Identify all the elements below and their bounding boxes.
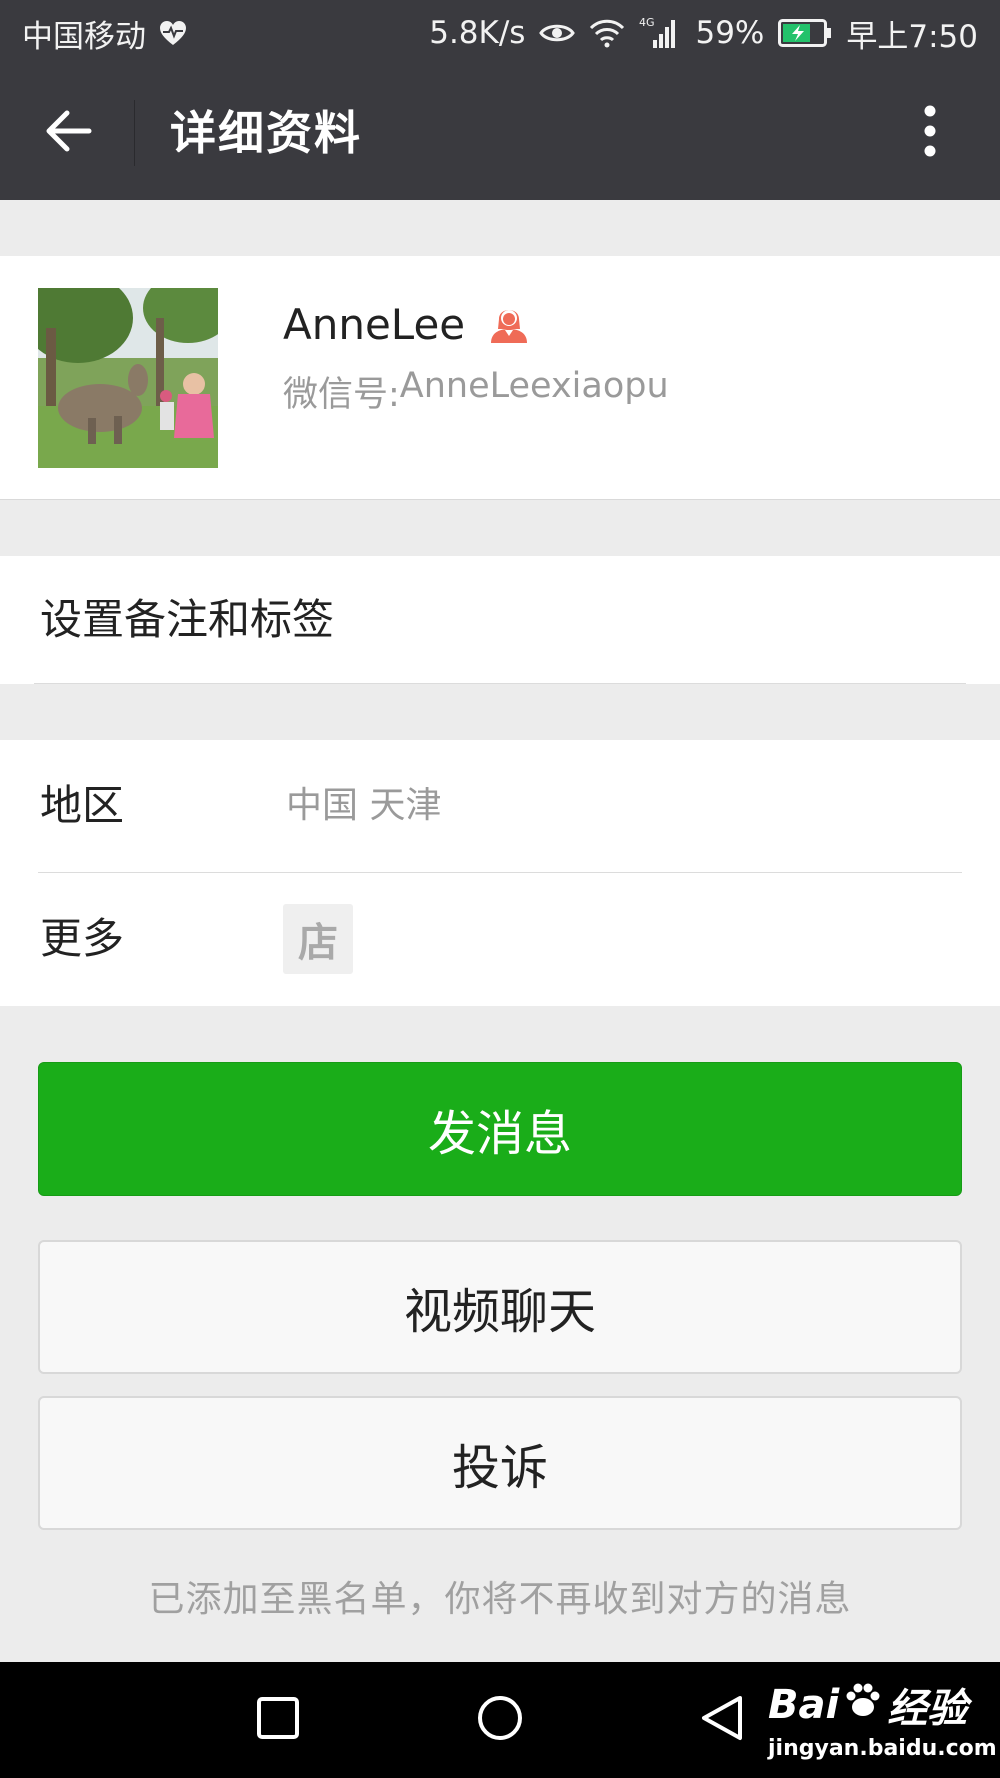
info-group: 地区 中国 天津 更多 店: [0, 740, 1000, 1006]
home-button[interactable]: [465, 1690, 535, 1750]
watermark-brand: Bai 经验: [768, 1676, 967, 1734]
profile-page: 中国移动 5.8K/s 4G 59% 早上7:50 详细资料 AnneLee 微…: [0, 0, 1000, 1778]
female-user-icon: [487, 301, 531, 349]
square-icon: [256, 1696, 300, 1744]
video-chat-button[interactable]: 视频聊天: [38, 1240, 962, 1374]
region-label: 地区: [40, 781, 125, 830]
status-bar: 中国移动 5.8K/s 4G 59% 早上7:50: [0, 0, 1000, 66]
wechat-id-label: 微信号:: [283, 375, 400, 415]
status-bar-left: 中国移动: [22, 11, 188, 56]
more-options-button[interactable]: [890, 93, 970, 173]
wechat-id-row: 微信号: AnneLeexiaopu: [283, 366, 669, 417]
more-label: 更多: [40, 914, 125, 963]
more-vertical-icon: [923, 104, 937, 162]
region-row: 地区 中国 天津: [0, 740, 1000, 872]
blacklist-notice: 已添加至黑名单，你将不再收到对方的消息: [148, 1579, 852, 1620]
arrow-left-icon: [43, 109, 93, 157]
region-value: 中国 天津: [286, 785, 442, 826]
shop-icon: 店: [283, 904, 353, 974]
wechat-id-value: AnneLeexiaopu: [399, 366, 669, 406]
report-button[interactable]: 投诉: [38, 1396, 962, 1530]
watermark-url: jingyan.baidu.com: [768, 1736, 997, 1761]
title-divider: [134, 100, 135, 166]
system-back-button[interactable]: [687, 1690, 757, 1750]
baidu-jingyan-watermark: Bai 经验 jingyan.baidu.com: [768, 1672, 1000, 1778]
health-heart-icon: [158, 19, 188, 47]
battery-charging-icon: [778, 19, 832, 47]
divider: [34, 683, 966, 684]
eye-icon: [539, 20, 576, 46]
signal-icon: 4G: [639, 16, 679, 50]
send-message-button[interactable]: 发消息: [38, 1062, 962, 1196]
status-bar-right: 5.8K/s 4G 59% 早上7:50: [429, 11, 978, 56]
title-bar: 详细资料: [0, 66, 1000, 200]
recent-apps-button[interactable]: [243, 1690, 313, 1750]
wifi-icon: [589, 18, 625, 48]
svg-text:4G: 4G: [639, 16, 655, 29]
clock: 早上7:50: [846, 18, 978, 55]
profile-name: AnneLee: [283, 300, 466, 349]
avatar[interactable]: [38, 288, 218, 468]
page-title: 详细资料: [170, 106, 362, 160]
set-remark-tags-row[interactable]: 设置备注和标签: [0, 556, 1000, 684]
profile-name-row: AnneLee: [283, 300, 531, 349]
profile-card: AnneLee 微信号: AnneLeexiaopu: [0, 256, 1000, 500]
watermark-brand-prefix: Bai: [768, 1682, 840, 1728]
circle-icon: [476, 1694, 524, 1746]
back-button[interactable]: [22, 93, 114, 173]
paw-icon: [843, 1680, 883, 1730]
watermark-brand-suffix: 经验: [887, 1686, 968, 1732]
network-speed: 5.8K/s: [429, 15, 526, 51]
triangle-back-icon: [700, 1694, 744, 1746]
set-remark-tags-label: 设置备注和标签: [40, 595, 335, 644]
battery-percent: 59%: [695, 15, 765, 51]
more-row[interactable]: 更多 店: [0, 873, 1000, 1005]
carrier-label: 中国移动: [22, 18, 146, 55]
